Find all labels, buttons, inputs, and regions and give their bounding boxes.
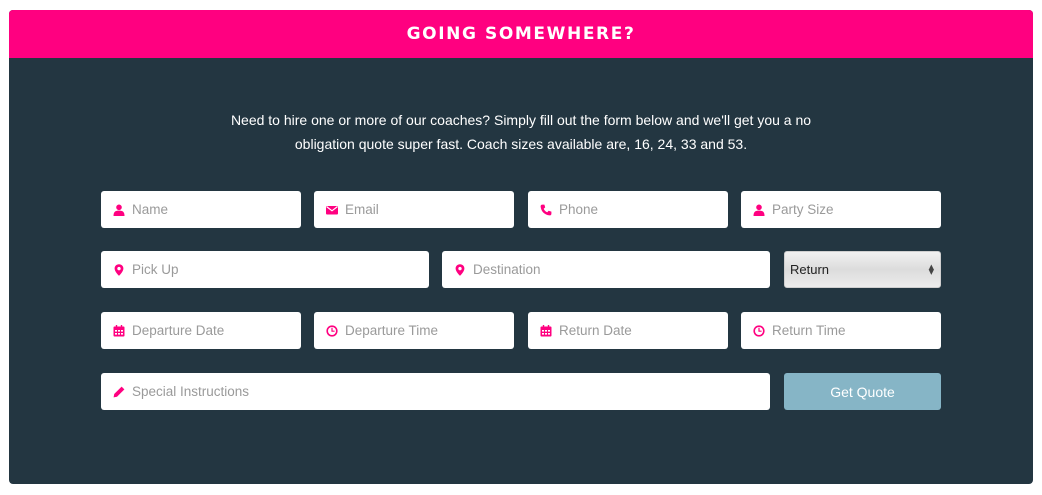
- departure-date-field[interactable]: Departure Date: [101, 312, 301, 349]
- special-instructions-field[interactable]: Special Instructions: [101, 373, 770, 410]
- user-icon: [112, 203, 125, 216]
- email-placeholder: Email: [345, 202, 379, 217]
- party-size-placeholder: Party Size: [772, 202, 834, 217]
- destination-field[interactable]: Destination: [442, 251, 770, 288]
- map-marker-icon: [112, 263, 125, 276]
- return-time-placeholder: Return Time: [772, 323, 846, 338]
- email-field[interactable]: Email: [314, 191, 514, 228]
- clock-icon: [325, 324, 338, 337]
- party-size-field[interactable]: Party Size: [741, 191, 941, 228]
- calendar-icon: [539, 324, 552, 337]
- phone-placeholder: Phone: [559, 202, 599, 217]
- panel-header: GOING SOMEWHERE?: [9, 10, 1033, 58]
- name-field[interactable]: Name: [101, 191, 301, 228]
- trip-type-select[interactable]: Return ▲ ▼: [784, 251, 941, 288]
- departure-date-placeholder: Departure Date: [132, 323, 225, 338]
- phone-field[interactable]: Phone: [528, 191, 728, 228]
- special-instructions-placeholder: Special Instructions: [132, 384, 250, 399]
- trip-type-value: Return: [790, 262, 830, 277]
- departure-time-field[interactable]: Departure Time: [314, 312, 514, 349]
- return-date-field[interactable]: Return Date: [528, 312, 728, 349]
- map-marker-icon: [453, 263, 466, 276]
- pick-up-placeholder: Pick Up: [132, 262, 179, 277]
- user-icon: [752, 203, 765, 216]
- departure-time-placeholder: Departure Time: [345, 323, 439, 338]
- page-title: GOING SOMEWHERE?: [406, 24, 636, 44]
- intro-text: Need to hire one or more of our coaches?…: [9, 108, 1033, 156]
- envelope-icon: [325, 203, 338, 216]
- get-quote-button[interactable]: Get Quote: [784, 373, 941, 410]
- clock-icon: [752, 324, 765, 337]
- phone-icon: [539, 203, 552, 216]
- intro-line-1: Need to hire one or more of our coaches?…: [230, 112, 812, 128]
- select-arrows-icon: ▲ ▼: [928, 262, 934, 276]
- return-time-field[interactable]: Return Time: [741, 312, 941, 349]
- quote-panel: GOING SOMEWHERE? Need to hire one or mor…: [9, 10, 1033, 484]
- intro-line-2: obligation quote super fast. Coach sizes…: [294, 136, 748, 152]
- calendar-icon: [112, 324, 125, 337]
- return-date-placeholder: Return Date: [559, 323, 632, 338]
- pick-up-field[interactable]: Pick Up: [101, 251, 429, 288]
- name-placeholder: Name: [132, 202, 169, 217]
- pencil-icon: [112, 385, 125, 398]
- destination-placeholder: Destination: [473, 262, 541, 277]
